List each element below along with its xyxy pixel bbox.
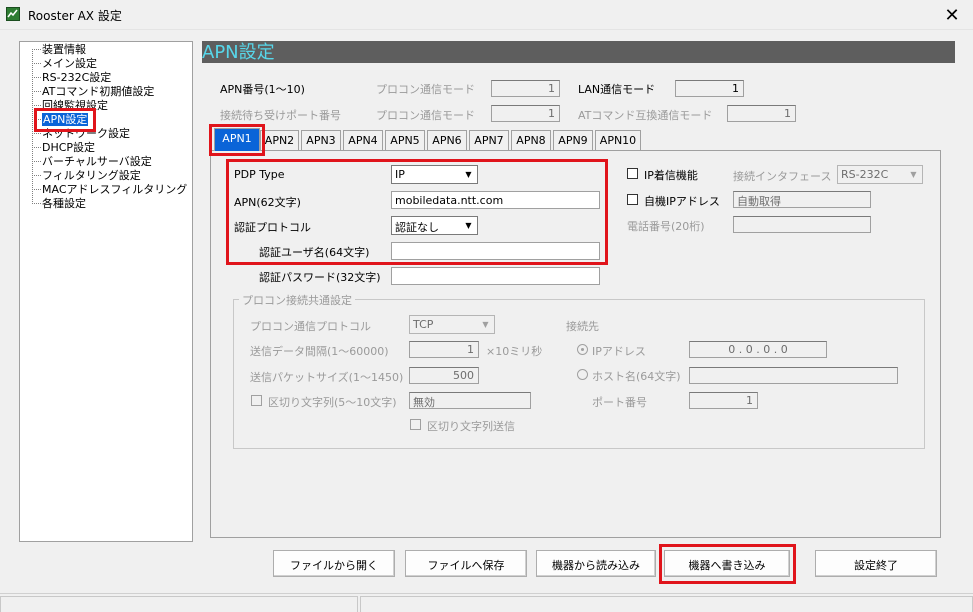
tree-item-rs232c[interactable]: RS-232C設定	[42, 71, 111, 84]
protocol-select[interactable]: TCP ▼	[409, 315, 495, 334]
send-interval-field: 1	[409, 341, 479, 358]
open-file-button[interactable]: ファイルから開く	[273, 550, 395, 577]
own-ip-field: 自動取得	[733, 191, 871, 208]
window-title: Rooster AX 設定	[28, 9, 122, 23]
chevron-down-icon: ▼	[465, 221, 472, 230]
ip-incoming-label: IP着信機能	[644, 169, 698, 182]
auth-protocol-value: 認証なし	[395, 221, 439, 234]
at-compat-field: 1	[727, 105, 796, 122]
host-field	[689, 367, 898, 384]
pdp-type-label: PDP Type	[234, 168, 285, 181]
tree-connector	[32, 49, 33, 204]
status-pane-2	[360, 596, 973, 612]
auth-user-label: 認証ユーザ名(64文字)	[259, 246, 370, 259]
tree-item-misc[interactable]: 各種設定	[42, 197, 86, 210]
tree-item-network[interactable]: ネットワーク設定	[42, 127, 130, 140]
tab-apn7[interactable]: APN7	[469, 130, 509, 150]
ip-address-label: IPアドレス	[592, 345, 646, 358]
lan-mode-label: LAN通信モード	[578, 83, 656, 96]
interface-label: 接続インタフェース	[733, 170, 832, 183]
own-ip-label: 自機IPアドレス	[644, 195, 720, 208]
tree-item-main[interactable]: メイン設定	[42, 57, 97, 70]
settings-tree[interactable]: 装置情報 メイン設定 RS-232C設定 ATコマンド初期値設定 回線監視設定 …	[19, 41, 193, 542]
auth-protocol-label: 認証プロトコル	[234, 221, 311, 234]
phone-field	[733, 216, 871, 233]
section-header	[202, 41, 955, 63]
port-label: ポート番号	[592, 396, 647, 409]
procon-mode-label-1: プロコン通信モード	[376, 83, 475, 96]
own-ip-checkbox[interactable]	[627, 194, 638, 205]
auth-password-label: 認証パスワード(32文字)	[259, 271, 381, 284]
finish-button[interactable]: 設定終了	[815, 550, 937, 577]
tab-apn6[interactable]: APN6	[427, 130, 467, 150]
delimiter-send-label: 区切り文字列送信	[427, 420, 515, 433]
interface-value: RS-232C	[841, 168, 889, 181]
status-pane-1	[0, 596, 358, 612]
delimiter-checkbox[interactable]	[251, 395, 262, 406]
tree-item-apn[interactable]: APN設定	[42, 113, 89, 126]
ip-address-field: 0 . 0 . 0 . 0	[689, 341, 827, 358]
delimiter-send-checkbox[interactable]	[410, 419, 421, 430]
procon-mode-field-2: 1	[491, 105, 560, 122]
tab-apn1[interactable]: APN1	[214, 128, 260, 151]
auth-user-input[interactable]	[391, 242, 600, 260]
listen-port-label: 接続待ち受けポート番号	[220, 109, 341, 122]
tree-item-mac-filtering[interactable]: MACアドレスフィルタリング	[42, 183, 187, 196]
tree-item-virtual-server[interactable]: バーチャルサーバ設定	[42, 155, 152, 168]
protocol-label: プロコン通信プロトコル	[250, 320, 371, 333]
procon-mode-field-1: 1	[491, 80, 560, 97]
tree-item-device-info[interactable]: 装置情報	[42, 43, 86, 56]
auth-protocol-select[interactable]: 認証なし ▼	[391, 216, 478, 235]
tree-item-line-monitor[interactable]: 回線監視設定	[42, 99, 108, 112]
auth-password-input[interactable]	[391, 267, 600, 285]
ip-address-radio[interactable]	[577, 344, 588, 355]
host-radio[interactable]	[577, 369, 588, 380]
apn-number-label: APN番号(1〜10)	[220, 83, 305, 96]
procon-mode-label-2: プロコン通信モード	[376, 109, 475, 122]
lan-mode-field: 1	[675, 80, 744, 97]
tree-item-filtering[interactable]: フィルタリング設定	[42, 169, 141, 182]
apn-input[interactable]: mobiledata.ntt.com	[391, 191, 600, 209]
tab-apn4[interactable]: APN4	[343, 130, 383, 150]
page-title: APN設定	[202, 42, 275, 63]
pdp-type-value: IP	[395, 168, 405, 181]
apn-label: APN(62文字)	[234, 196, 301, 209]
delimiter-label: 区切り文字列(5〜10文字)	[268, 396, 397, 409]
chevron-down-icon: ▼	[906, 167, 921, 182]
save-file-button[interactable]: ファイルへ保存	[405, 550, 527, 577]
write-device-button[interactable]: 機器へ書き込み	[664, 550, 790, 577]
tab-apn5[interactable]: APN5	[385, 130, 425, 150]
tab-apn10[interactable]: APN10	[595, 130, 641, 150]
chevron-down-icon: ▼	[465, 170, 472, 179]
phone-label: 電話番号(20桁)	[627, 220, 705, 233]
send-interval-unit: ×10ミリ秒	[486, 345, 543, 358]
tab-apn2[interactable]: APN2	[260, 130, 299, 150]
protocol-value: TCP	[413, 318, 434, 331]
tree-item-dhcp[interactable]: DHCP設定	[42, 141, 95, 154]
app-logo-icon	[6, 7, 20, 21]
delimiter-field: 無効	[409, 392, 531, 409]
tree-item-at-command[interactable]: ATコマンド初期値設定	[42, 85, 154, 98]
packet-size-field: 500	[409, 367, 479, 384]
tab-apn9[interactable]: APN9	[553, 130, 593, 150]
pdp-type-select[interactable]: IP ▼	[391, 165, 478, 184]
interface-select[interactable]: RS-232C ▼	[837, 165, 923, 184]
tab-apn8[interactable]: APN8	[511, 130, 551, 150]
ip-incoming-checkbox[interactable]	[627, 168, 638, 179]
read-device-button[interactable]: 機器から読み込み	[536, 550, 656, 577]
send-interval-label: 送信データ間隔(1〜60000)	[250, 345, 389, 358]
dest-label: 接続先	[566, 320, 599, 333]
title-bar	[0, 0, 973, 30]
host-label: ホスト名(64文字)	[592, 370, 681, 383]
tab-apn3[interactable]: APN3	[301, 130, 341, 150]
chevron-down-icon: ▼	[478, 317, 493, 332]
port-field: 1	[689, 392, 758, 409]
close-icon[interactable]: ✕	[931, 0, 973, 30]
packet-size-label: 送信パケットサイズ(1〜1450)	[250, 371, 404, 384]
procon-group-title: プロコン接続共通設定	[239, 292, 355, 308]
at-compat-label: ATコマンド互換通信モード	[578, 109, 713, 122]
